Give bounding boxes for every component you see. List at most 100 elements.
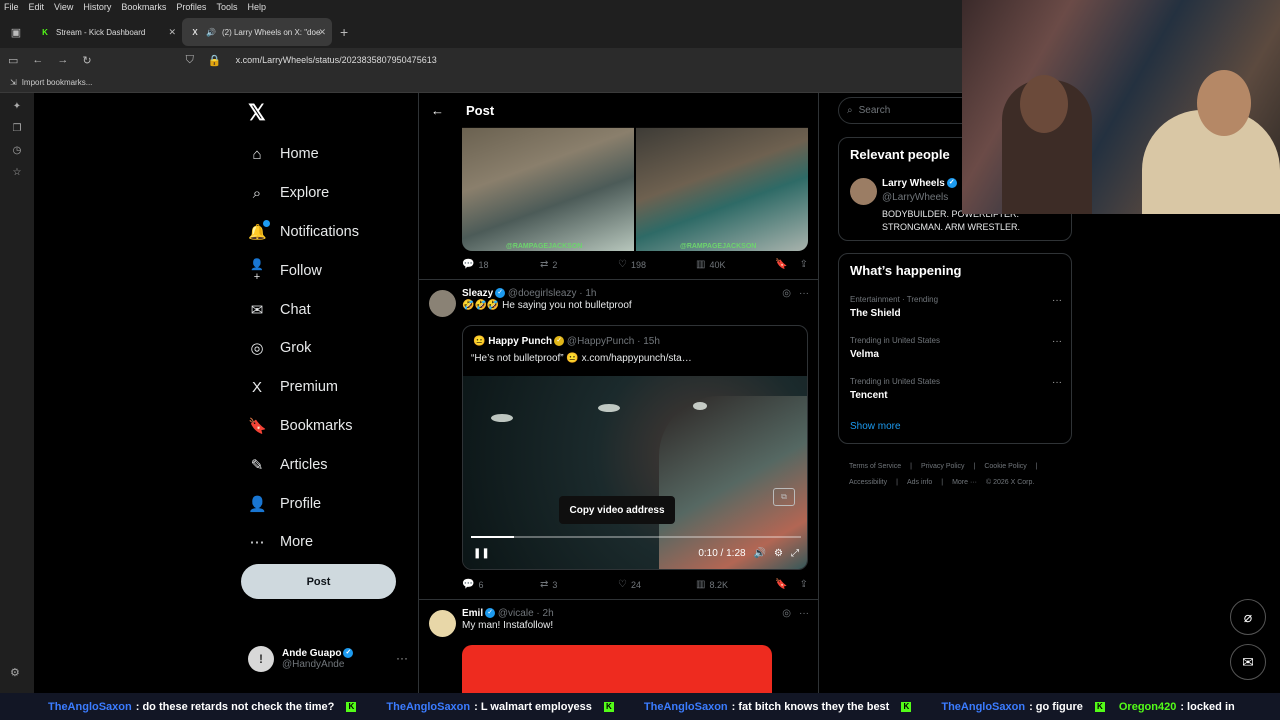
more-dots-icon[interactable]: ···	[1052, 377, 1062, 388]
nav-more[interactable]: ⋯ More	[248, 523, 359, 562]
footer-ads[interactable]: Ads info	[907, 479, 932, 486]
bookmark-icon[interactable]: 🔖	[775, 259, 787, 270]
footer-more[interactable]: More ···	[952, 479, 977, 486]
menu-history[interactable]: History	[83, 2, 111, 12]
nav-premium[interactable]: X Premium	[248, 368, 359, 407]
tabs-icon[interactable]: ❐	[13, 123, 22, 134]
close-tab-icon[interactable]: ✕	[168, 27, 176, 38]
menu-tools[interactable]: Tools	[216, 2, 237, 12]
reply-button[interactable]: 💬 18	[462, 259, 540, 270]
volume-icon[interactable]: 🔊	[754, 548, 766, 559]
repost-button[interactable]: ⇄ 2	[540, 259, 618, 270]
context-tooltip[interactable]: Copy video address	[559, 496, 675, 524]
share-icon[interactable]: ⇪	[800, 259, 808, 270]
author-name[interactable]: Emil	[462, 608, 483, 619]
back-arrow-icon[interactable]: ←	[431, 103, 444, 118]
grok-icon[interactable]: ◎	[782, 288, 791, 299]
fullscreen-icon[interactable]: ⤢	[791, 548, 799, 559]
like-button[interactable]: ♡ 24	[618, 579, 696, 590]
avatar[interactable]	[850, 178, 877, 205]
menu-view[interactable]: View	[54, 2, 73, 12]
grok-float-button[interactable]: ⌀	[1230, 599, 1266, 635]
pause-icon[interactable]: ❚❚	[473, 548, 490, 559]
picture-in-picture-icon[interactable]: ⧉	[773, 488, 795, 506]
tweet-time[interactable]: · 1h	[579, 288, 596, 299]
like-button[interactable]: ♡ 198	[618, 259, 696, 270]
avatar[interactable]	[429, 610, 456, 637]
footer-terms[interactable]: Terms of Service	[849, 463, 901, 470]
forward-icon[interactable]: →	[57, 54, 68, 66]
trend-item[interactable]: Entertainment · Trending The Shield ···	[850, 295, 1062, 319]
more-dots-icon[interactable]: ···	[1052, 336, 1062, 347]
author-name[interactable]: Sleazy	[462, 288, 493, 299]
menu-bookmarks[interactable]: Bookmarks	[121, 2, 166, 12]
close-tab-icon[interactable]: ✕	[318, 27, 326, 38]
tab-actions-icon[interactable]: ▣	[0, 14, 32, 50]
repost-button[interactable]: ⇄ 3	[540, 579, 618, 590]
author-handle[interactable]: @vicale	[498, 608, 534, 619]
trend-item[interactable]: Trending in United States Tencent ···	[850, 377, 1062, 401]
nav-chat[interactable]: ✉ Chat	[248, 290, 359, 329]
quoted-tweet[interactable]: 😐 Happy Punch ✓ @HappyPunch · 15h “He’s n…	[462, 325, 808, 570]
footer-accessibility[interactable]: Accessibility	[849, 479, 887, 486]
nav-grok[interactable]: ◎ Grok	[248, 329, 359, 368]
bookmark-icon[interactable]: 🔖	[775, 579, 787, 590]
nav-bookmarks[interactable]: 🔖 Bookmarks	[248, 407, 359, 446]
menu-file[interactable]: File	[4, 2, 19, 12]
menu-help[interactable]: Help	[247, 2, 266, 12]
more-dots-icon[interactable]: ···	[396, 651, 408, 665]
video-player[interactable]: ⧉ Copy video address ❚❚ 0:10 / 1:28 🔊 ⚙ …	[463, 376, 807, 569]
star-icon[interactable]: ☆	[13, 167, 22, 178]
more-dots-icon[interactable]: ···	[799, 608, 809, 619]
nav-explore[interactable]: ⌕ Explore	[248, 174, 359, 213]
person-name-row[interactable]: Larry Wheels ✓	[882, 178, 957, 189]
nav-articles[interactable]: ✎ Articles	[248, 445, 359, 484]
reload-icon[interactable]: ↻	[82, 54, 91, 67]
x-logo-icon[interactable]: 𝕏	[248, 100, 266, 126]
nav-home[interactable]: ⌂ Home	[248, 135, 359, 174]
sidebar-toggle-icon[interactable]: ▭	[8, 54, 18, 67]
tab-kick-dashboard[interactable]: K Stream - Kick Dashboard ✕	[32, 18, 182, 46]
share-icon[interactable]: ⇪	[800, 579, 808, 590]
media-image[interactable]: @RAMPAGEJACKSON	[462, 127, 634, 251]
back-icon[interactable]: ←	[32, 54, 43, 66]
sparkle-icon[interactable]: ✦	[13, 101, 21, 112]
views-button[interactable]: ▥ 8.2K	[696, 579, 774, 590]
history-icon[interactable]: ◷	[13, 145, 22, 156]
menu-edit[interactable]: Edit	[29, 2, 45, 12]
nav-profile[interactable]: 👤 Profile	[248, 484, 359, 523]
trend-item[interactable]: Trending in United States Velma ···	[850, 336, 1062, 360]
avatar[interactable]	[429, 290, 456, 317]
light-shape	[693, 402, 707, 410]
settings-gear-icon[interactable]: ⚙	[10, 666, 20, 679]
tweet-time[interactable]: · 2h	[536, 608, 553, 619]
tab-x-post[interactable]: X 🔊 (2) Larry Wheels on X: "doe ✕	[182, 18, 332, 46]
person-handle[interactable]: @LarryWheels	[882, 192, 948, 203]
more-dots-icon[interactable]: ···	[799, 288, 809, 299]
article-icon: ✎	[250, 456, 264, 474]
show-more-link[interactable]: Show more	[850, 421, 901, 432]
speaker-icon[interactable]: 🔊	[206, 28, 216, 37]
account-switcher[interactable]: ! Ande Guapo ✓ @HandyAnde ···	[248, 641, 408, 677]
messages-float-button[interactable]: ✉	[1230, 644, 1266, 680]
post-button[interactable]: Post	[241, 564, 396, 599]
import-bookmarks-link[interactable]: Import bookmarks...	[22, 78, 93, 87]
author-handle[interactable]: @doegirlsleazy	[508, 288, 577, 299]
shield-icon[interactable]: ⛉	[186, 54, 194, 67]
views-button[interactable]: ▥ 40K	[696, 259, 774, 270]
media-image[interactable]: @RAMPAGEJACKSON	[636, 127, 808, 251]
footer-cookie[interactable]: Cookie Policy	[984, 463, 1026, 470]
footer-privacy[interactable]: Privacy Policy	[921, 463, 965, 470]
post-media[interactable]	[462, 645, 772, 693]
post-end-actions: 🔖 ⇪	[775, 259, 808, 270]
more-dots-icon[interactable]: ···	[1052, 295, 1062, 306]
menu-profiles[interactable]: Profiles	[176, 2, 206, 12]
url-field[interactable]: x.com/LarryWheels/status/202383580795047…	[236, 55, 437, 65]
new-tab-icon[interactable]: +	[340, 24, 348, 40]
post-media[interactable]: @RAMPAGEJACKSON @RAMPAGEJACKSON	[462, 127, 808, 251]
settings-icon[interactable]: ⚙	[774, 548, 783, 559]
nav-follow[interactable]: 👤+ Follow	[248, 251, 359, 290]
grok-icon[interactable]: ◎	[782, 608, 791, 619]
nav-notifications[interactable]: 🔔 Notifications	[248, 213, 359, 252]
reply-button[interactable]: 💬 6	[462, 579, 540, 590]
